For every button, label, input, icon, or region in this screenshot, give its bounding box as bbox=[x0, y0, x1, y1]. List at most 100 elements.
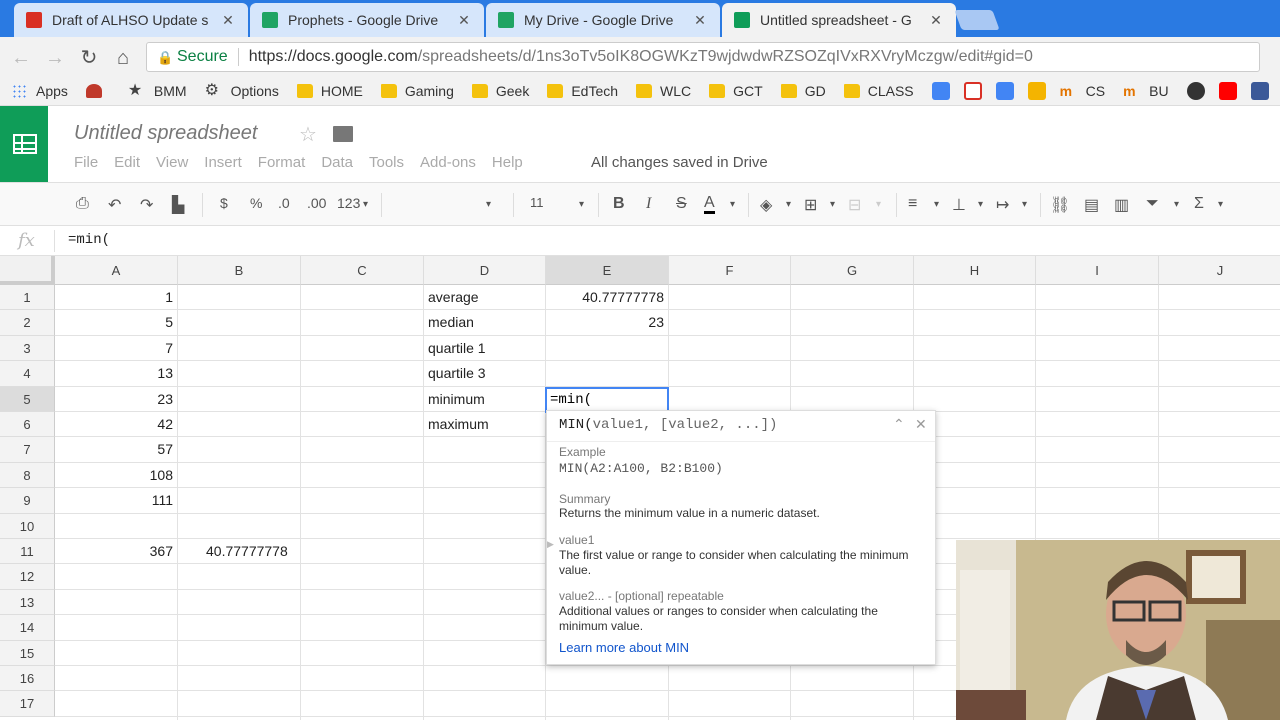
cell-a3[interactable]: 7 bbox=[55, 336, 173, 361]
keep-icon[interactable] bbox=[931, 82, 950, 100]
column-header-c[interactable]: C bbox=[301, 256, 424, 285]
cell-d3[interactable]: quartile 1 bbox=[428, 336, 486, 361]
tab-my-drive[interactable]: My Drive - Google Drive ✕ bbox=[486, 3, 720, 37]
collapse-icon[interactable]: ⌃ bbox=[893, 416, 905, 433]
menu-view[interactable]: View bbox=[156, 154, 188, 171]
formula-input[interactable]: =min( bbox=[68, 232, 110, 248]
bulb-icon[interactable] bbox=[1027, 82, 1046, 100]
column-header-j[interactable]: J bbox=[1159, 256, 1280, 285]
more-formats-button[interactable]: 123 bbox=[337, 195, 360, 211]
youtube-icon[interactable] bbox=[1218, 82, 1237, 100]
column-header-d[interactable]: D bbox=[424, 256, 546, 285]
cell-a9[interactable]: 111 bbox=[55, 488, 173, 513]
column-header-f[interactable]: F bbox=[669, 256, 791, 285]
tab-gmail-draft[interactable]: Draft of ALHSO Update s ✕ bbox=[14, 3, 248, 37]
cell-a11[interactable]: 367 bbox=[55, 539, 173, 564]
currency-button[interactable]: $ bbox=[220, 195, 228, 211]
row-header-13[interactable]: 13 bbox=[0, 589, 55, 616]
menu-addons[interactable]: Add-ons bbox=[420, 154, 476, 171]
bookmark-gaming[interactable]: Gaming bbox=[380, 83, 454, 99]
row-header-3[interactable]: 3 bbox=[0, 335, 55, 362]
bold-button[interactable]: B bbox=[613, 195, 625, 213]
forward-icon[interactable]: → bbox=[44, 47, 66, 69]
bookmark-wlc[interactable]: WLC bbox=[636, 83, 691, 99]
bookmark-gct[interactable]: GCT bbox=[709, 83, 763, 99]
gmail-icon[interactable] bbox=[963, 82, 982, 100]
link-icon[interactable]: ⛓ bbox=[1050, 195, 1070, 215]
bookmark-cs[interactable]: m CS bbox=[1060, 83, 1105, 99]
document-title[interactable]: Untitled spreadsheet bbox=[74, 122, 257, 145]
row-header-5[interactable]: 5 bbox=[0, 386, 55, 412]
column-header-b[interactable]: B bbox=[178, 256, 301, 285]
italic-button[interactable]: I bbox=[646, 195, 651, 213]
text-color-button[interactable]: A bbox=[704, 195, 715, 214]
comment-icon[interactable]: ▤ bbox=[1084, 195, 1099, 215]
column-header-i[interactable]: I bbox=[1036, 256, 1159, 285]
align-left-icon[interactable]: ≡ bbox=[908, 195, 917, 213]
chart-icon[interactable]: ▥ bbox=[1114, 195, 1129, 215]
cell-a7[interactable]: 57 bbox=[55, 437, 173, 462]
bookmark-class[interactable]: CLASS bbox=[843, 83, 914, 99]
row-header-6[interactable]: 6 bbox=[0, 412, 55, 438]
cell-e1[interactable]: 40.77777778 bbox=[546, 285, 664, 310]
paint-format-icon[interactable]: ▙ bbox=[172, 195, 184, 215]
facebook-icon[interactable] bbox=[1250, 82, 1269, 100]
column-header-g[interactable]: G bbox=[791, 256, 914, 285]
close-icon[interactable]: ✕ bbox=[456, 12, 472, 29]
close-icon[interactable]: ✕ bbox=[928, 12, 944, 29]
bookmark-gd[interactable]: GD bbox=[780, 83, 826, 99]
borders-icon[interactable]: ⊞ bbox=[804, 195, 817, 215]
row-header-8[interactable]: 8 bbox=[0, 462, 55, 489]
fill-color-icon[interactable]: ◈ bbox=[760, 195, 772, 215]
text-wrap-icon[interactable]: ↦ bbox=[996, 195, 1009, 215]
close-icon[interactable]: ✕ bbox=[915, 416, 927, 433]
merge-cells-icon[interactable]: ⊟ bbox=[848, 195, 861, 215]
bookmark-options[interactable]: ⚙ Options bbox=[205, 83, 279, 100]
font-size-select[interactable]: 11 bbox=[530, 195, 544, 210]
strikethrough-button[interactable]: S bbox=[676, 195, 687, 213]
decrease-decimal-button[interactable]: .0 bbox=[278, 195, 290, 211]
close-icon[interactable]: ✕ bbox=[692, 12, 708, 29]
home-icon[interactable]: ⌂ bbox=[112, 47, 134, 69]
select-all-corner[interactable] bbox=[0, 256, 55, 285]
row-header-1[interactable]: 1 bbox=[0, 285, 55, 311]
reload-icon[interactable]: ↻ bbox=[78, 47, 100, 69]
sheets-logo[interactable] bbox=[0, 106, 48, 182]
vertical-align-icon[interactable]: ⊥ bbox=[952, 195, 966, 215]
column-header-h[interactable]: H bbox=[914, 256, 1036, 285]
cell-d4[interactable]: quartile 3 bbox=[428, 361, 486, 386]
nhl-icon[interactable] bbox=[1186, 82, 1205, 100]
folder-icon[interactable] bbox=[333, 126, 353, 142]
bookmark-edtech[interactable]: EdTech bbox=[547, 83, 618, 99]
cell-a4[interactable]: 13 bbox=[55, 361, 173, 386]
menu-data[interactable]: Data bbox=[321, 154, 353, 171]
cell-d1[interactable]: average bbox=[428, 285, 479, 310]
row-header-4[interactable]: 4 bbox=[0, 361, 55, 387]
row-header-7[interactable]: 7 bbox=[0, 437, 55, 463]
filter-icon[interactable]: ⏷ bbox=[1146, 195, 1159, 213]
cell-d5[interactable]: minimum bbox=[428, 387, 485, 412]
print-icon[interactable]: ⎙ bbox=[76, 195, 89, 213]
tab-untitled-spreadsheet[interactable]: Untitled spreadsheet - G ✕ bbox=[722, 3, 956, 37]
redo-icon[interactable]: ↷ bbox=[140, 195, 153, 215]
cell-b11[interactable]: 40.77777778 bbox=[206, 539, 288, 564]
cell-d2[interactable]: median bbox=[428, 310, 474, 335]
tab-prophets-drive[interactable]: Prophets - Google Drive ✕ bbox=[250, 3, 484, 37]
bookmark-geek[interactable]: Geek bbox=[471, 83, 529, 99]
menu-format[interactable]: Format bbox=[258, 154, 306, 171]
menu-insert[interactable]: Insert bbox=[204, 154, 242, 171]
column-header-a[interactable]: A bbox=[55, 256, 178, 285]
address-bar[interactable]: 🔒 Secure https://docs.google.com /spread… bbox=[146, 42, 1260, 72]
cell-e2[interactable]: 23 bbox=[546, 310, 664, 335]
menu-help[interactable]: Help bbox=[492, 154, 523, 171]
back-icon[interactable]: ← bbox=[10, 47, 32, 69]
undo-icon[interactable]: ↶ bbox=[108, 195, 121, 215]
bookmark-bu[interactable]: m BU bbox=[1123, 83, 1168, 99]
row-header-9[interactable]: 9 bbox=[0, 488, 55, 514]
bookmark-bmm[interactable]: ★ BMM bbox=[128, 83, 187, 100]
percent-button[interactable]: % bbox=[250, 195, 262, 211]
cell-a6[interactable]: 42 bbox=[55, 412, 173, 437]
row-header-16[interactable]: 16 bbox=[0, 666, 55, 692]
menu-file[interactable]: File bbox=[74, 154, 98, 171]
row-header-11[interactable]: 11 bbox=[0, 539, 55, 565]
